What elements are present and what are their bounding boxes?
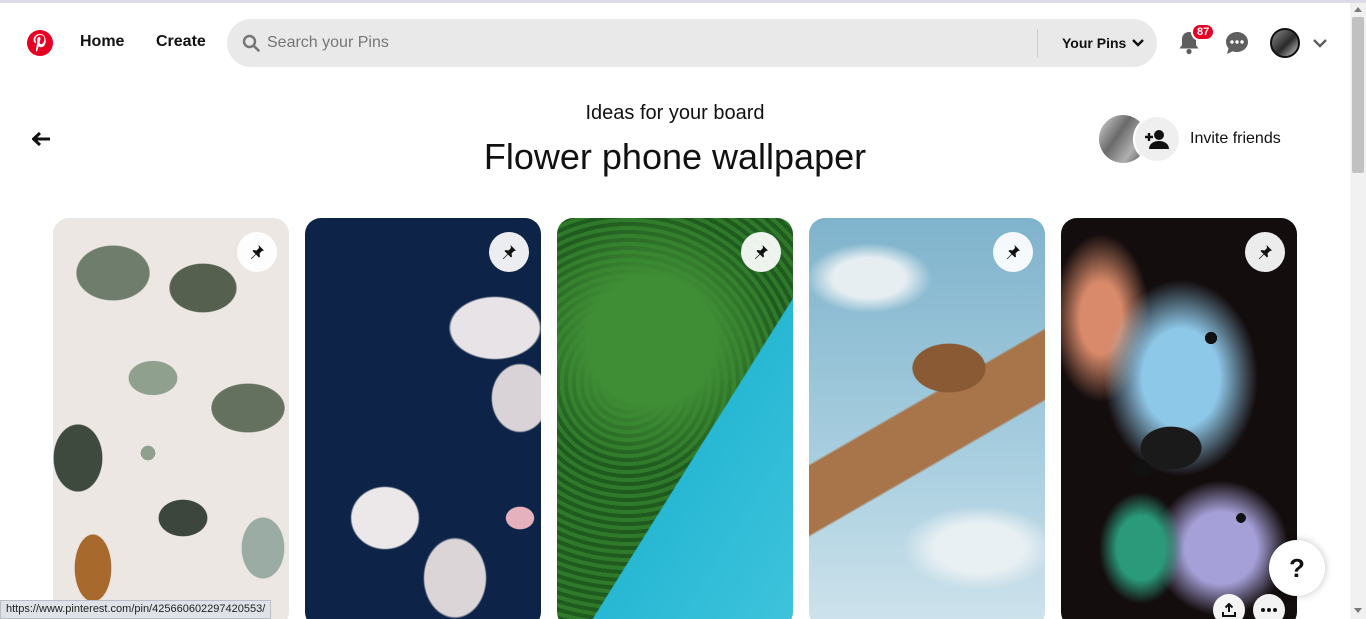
invite-friends-button[interactable] xyxy=(1133,115,1181,163)
pin-save-button[interactable] xyxy=(237,232,277,272)
share-upload-icon xyxy=(1222,603,1236,617)
add-person-icon xyxy=(1145,130,1169,149)
pin-card-4[interactable] xyxy=(809,218,1045,619)
pin-save-button[interactable] xyxy=(489,232,529,272)
scroll-down-arrow-icon[interactable] xyxy=(1354,608,1362,613)
user-avatar[interactable] xyxy=(1270,28,1300,58)
ellipsis-icon xyxy=(1261,608,1277,612)
pin-card-1[interactable] xyxy=(53,218,289,619)
pinterest-logo-icon[interactable] xyxy=(27,30,53,56)
page-scrollbar[interactable] xyxy=(1350,3,1366,619)
notification-count-badge: 87 xyxy=(1191,23,1216,41)
account-chevron-down-icon[interactable] xyxy=(1311,36,1329,50)
pushpin-icon xyxy=(755,245,768,259)
pushpin-icon xyxy=(503,245,516,259)
top-navigation-bar: Home Create Your Pins 87 xyxy=(0,3,1350,83)
search-divider xyxy=(1037,29,1038,57)
pin-save-button[interactable] xyxy=(993,232,1033,272)
nav-create-link[interactable]: Create xyxy=(156,33,206,51)
pin-card-5[interactable] xyxy=(1061,218,1297,619)
search-input[interactable] xyxy=(267,19,1027,67)
browser-status-url: https://www.pinterest.com/pin/4256606022… xyxy=(0,600,272,619)
search-bar[interactable]: Your Pins xyxy=(227,19,1157,67)
nav-home-link[interactable]: Home xyxy=(80,33,124,51)
pin-card-3[interactable] xyxy=(557,218,793,619)
pushpin-icon xyxy=(1259,245,1272,259)
pin-card-2[interactable] xyxy=(305,218,541,619)
pin-save-button[interactable] xyxy=(1245,232,1285,272)
search-icon xyxy=(242,34,260,52)
pushpin-icon xyxy=(251,245,264,259)
chat-bubble-icon xyxy=(1226,32,1248,54)
scroll-thumb[interactable] xyxy=(1352,17,1364,173)
messages-button[interactable] xyxy=(1219,25,1255,61)
your-pins-filter-button[interactable]: Your Pins xyxy=(1062,19,1145,67)
pin-share-button[interactable] xyxy=(1213,594,1245,619)
your-pins-label: Your Pins xyxy=(1062,35,1127,51)
pushpin-icon xyxy=(1007,245,1020,259)
invite-friends-label[interactable]: Invite friends xyxy=(1190,130,1281,148)
chevron-down-icon xyxy=(1132,39,1145,47)
scroll-up-arrow-icon[interactable] xyxy=(1354,7,1362,12)
pin-more-options-button[interactable] xyxy=(1253,594,1285,619)
pin-save-button[interactable] xyxy=(741,232,781,272)
help-button[interactable]: ? xyxy=(1269,540,1325,596)
